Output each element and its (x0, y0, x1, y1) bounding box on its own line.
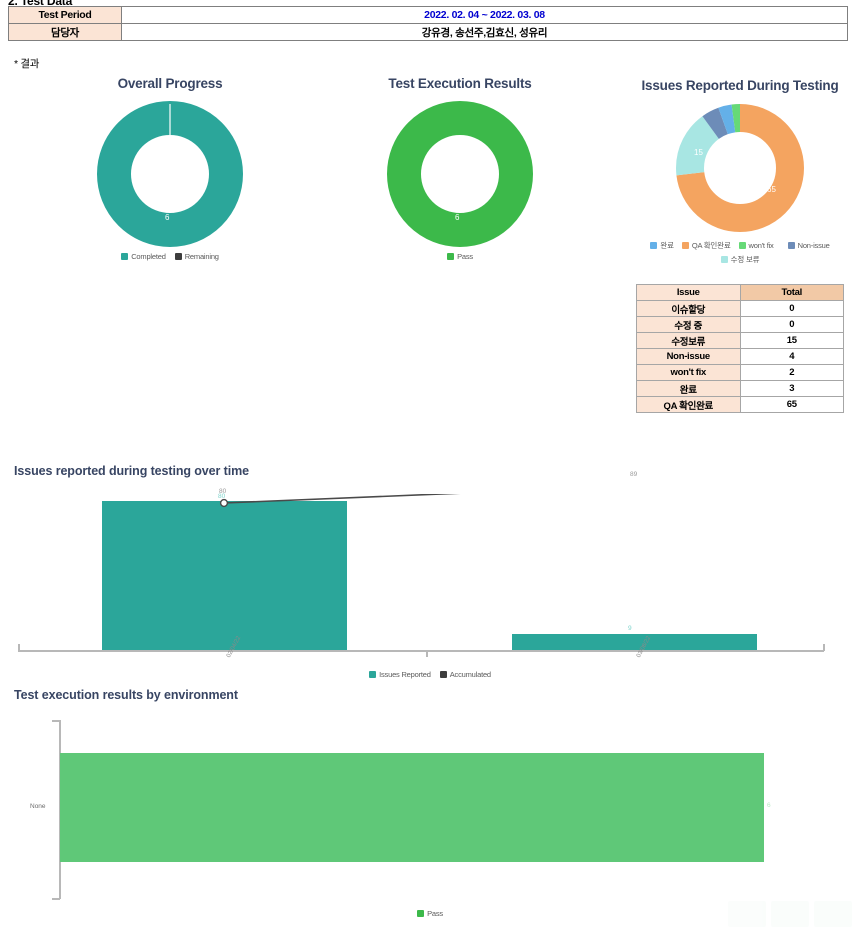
legend-swatch-icon (738, 242, 746, 249)
legend-item: Pass (417, 909, 443, 918)
legend-swatch-icon (174, 253, 182, 260)
owner-value: 강유경, 송선주,김효신, 성유리 (121, 23, 848, 41)
legend-swatch-icon (121, 253, 129, 260)
watermark-tile-icon (728, 901, 766, 927)
issue-total: 2 (739, 364, 844, 381)
legend-swatch-icon (681, 242, 689, 249)
legend-item: 수정 보류 (720, 254, 760, 265)
issue-name: 이슈할당 (636, 300, 741, 317)
accumulated-line (223, 494, 461, 504)
chart-title: Test execution results by environment (14, 688, 238, 702)
legend-swatch-icon (417, 910, 425, 917)
accumulated-point-1 (219, 498, 229, 508)
issue-total: 0 (739, 316, 844, 333)
overall-progress-donut-svg (97, 101, 243, 247)
accumulated-value-label-1: 80 (219, 488, 227, 495)
table-row: 완료 3 (636, 380, 844, 397)
bar-pass (60, 753, 764, 862)
y-axis-bottom-tick (52, 898, 60, 900)
legend-swatch-icon (650, 242, 658, 249)
test-info-table: Test Period 2022. 02. 04 ~ 2022. 03. 08 … (8, 6, 848, 41)
legend-item: QA 확인완료 (681, 240, 731, 251)
chart-title: Test Execution Results (388, 76, 532, 91)
donut-segment-pass (387, 101, 533, 247)
legend-label: Pass (457, 252, 473, 261)
legend-item: Non-issue (787, 240, 830, 251)
results-by-environment-chart: Test execution results by environment 6 … (14, 688, 846, 918)
legend-label: QA 확인완료 (691, 241, 731, 250)
legend-swatch-icon (720, 256, 728, 263)
legend-item: 완료 (650, 240, 674, 251)
table-row: Non-issue 4 (636, 348, 844, 365)
test-execution-legend: Pass (330, 252, 590, 261)
chart-title: Issues reported during testing over time (14, 464, 249, 478)
plot-area: 6 None (14, 716, 846, 901)
results-by-environment-legend: Pass (14, 909, 846, 918)
overall-progress-legend: Completed Remaining (40, 252, 300, 261)
issues-donut-svg (676, 104, 804, 232)
legend-item: Pass (447, 252, 473, 261)
issue-name: Non-issue (636, 348, 741, 365)
table-header-row: Issue Total (636, 284, 844, 301)
plot-area: 80 9 80 89 02/04/22 03/08/22 (14, 471, 846, 674)
legend-label: Remaining (184, 252, 219, 261)
accumulated-value-label-2: 89 (630, 471, 638, 478)
issue-name: 수정보류 (636, 332, 741, 349)
issue-name: 완료 (636, 380, 741, 397)
table-row: QA 확인완료 65 (636, 396, 844, 413)
watermark-tile-icon (814, 901, 852, 927)
issue-total: 3 (739, 380, 844, 397)
legend-item: Remaining (174, 252, 219, 261)
legend-label: Non-issue (797, 241, 830, 250)
donut-graphic: 65 15 (673, 101, 807, 235)
issue-summary-table: Issue Total 이슈할당 0 수정 중 0 수정보류 15 Non-is… (636, 284, 844, 413)
bar-value-label: 6 (767, 802, 771, 809)
watermark (728, 901, 852, 927)
overall-progress-chart: Overall Progress 6 Completed Remaining (40, 76, 300, 261)
table-row: Test Period 2022. 02. 04 ~ 2022. 03. 08 (8, 6, 848, 24)
accumulated-line-svg (219, 494, 461, 508)
issue-total: 65 (739, 396, 844, 413)
issues-reported-chart: Issues Reported During Testing 65 15 완료 (628, 78, 852, 265)
test-period-label: Test Period (8, 6, 122, 24)
legend-swatch-icon (447, 253, 455, 260)
legend-item: won't fix (738, 240, 774, 251)
issue-total: 0 (739, 300, 844, 317)
issues-over-time-chart: Issues reported during testing over time… (14, 464, 846, 679)
test-execution-donut-svg (387, 101, 533, 247)
chart-title: Issues Reported During Testing (641, 78, 839, 93)
issues-donut-legend: 완료 QA 확인완료 won't fix Non-issue 수정 보류 (645, 240, 835, 265)
y-axis-top-tick (52, 720, 60, 722)
donut-graphic: 6 (387, 101, 533, 247)
issue-total: 15 (739, 332, 844, 349)
legend-label: won't fix (748, 241, 774, 250)
legend-label: 수정 보류 (730, 255, 760, 264)
issue-name: 수정 중 (636, 316, 741, 333)
watermark-tile-icon (771, 901, 809, 927)
column-header-total: Total (739, 284, 844, 301)
table-row: 수정보류 15 (636, 332, 844, 349)
table-row: 이슈할당 0 (636, 300, 844, 317)
legend-swatch-icon (787, 242, 795, 249)
owner-label: 담당자 (8, 23, 122, 41)
legend-label: Completed (131, 252, 166, 261)
column-header-issue: Issue (636, 284, 741, 301)
donut-graphic: 6 (97, 101, 243, 247)
test-period-value: 2022. 02. 04 ~ 2022. 03. 08 (121, 6, 848, 24)
legend-label: Pass (427, 909, 443, 918)
result-bullet: * 결과 (14, 58, 40, 70)
legend-item: Completed (121, 252, 166, 261)
table-row: won't fix 2 (636, 364, 844, 381)
chart-title: Overall Progress (117, 76, 223, 91)
legend-label: 완료 (660, 241, 674, 250)
table-row: 수정 중 0 (636, 316, 844, 333)
issue-total: 4 (739, 348, 844, 365)
test-execution-results-chart: Test Execution Results 6 Pass (330, 76, 590, 261)
issue-name: won't fix (636, 364, 741, 381)
table-row: 담당자 강유경, 송선주,김효신, 성유리 (8, 23, 848, 41)
issue-name: QA 확인완료 (636, 396, 741, 413)
y-tick-label: None (30, 803, 46, 810)
